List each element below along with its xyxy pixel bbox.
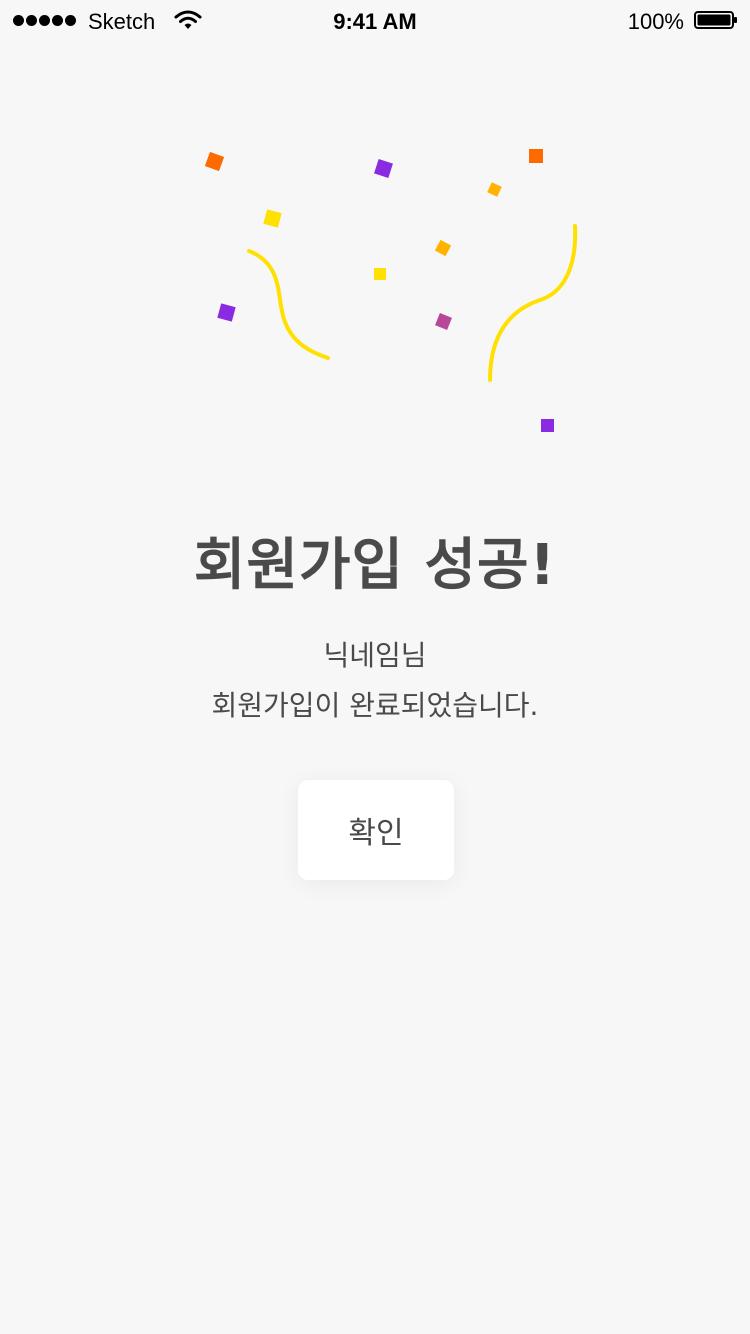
- confirm-button[interactable]: 확인: [298, 780, 454, 880]
- confetti-icon: [204, 149, 578, 432]
- signup-complete-message: 회원가입이 완료되었습니다.: [211, 689, 539, 722]
- page-title: 회원가입 성공!: [193, 533, 557, 598]
- nickname-text: 닉네임님: [323, 639, 427, 672]
